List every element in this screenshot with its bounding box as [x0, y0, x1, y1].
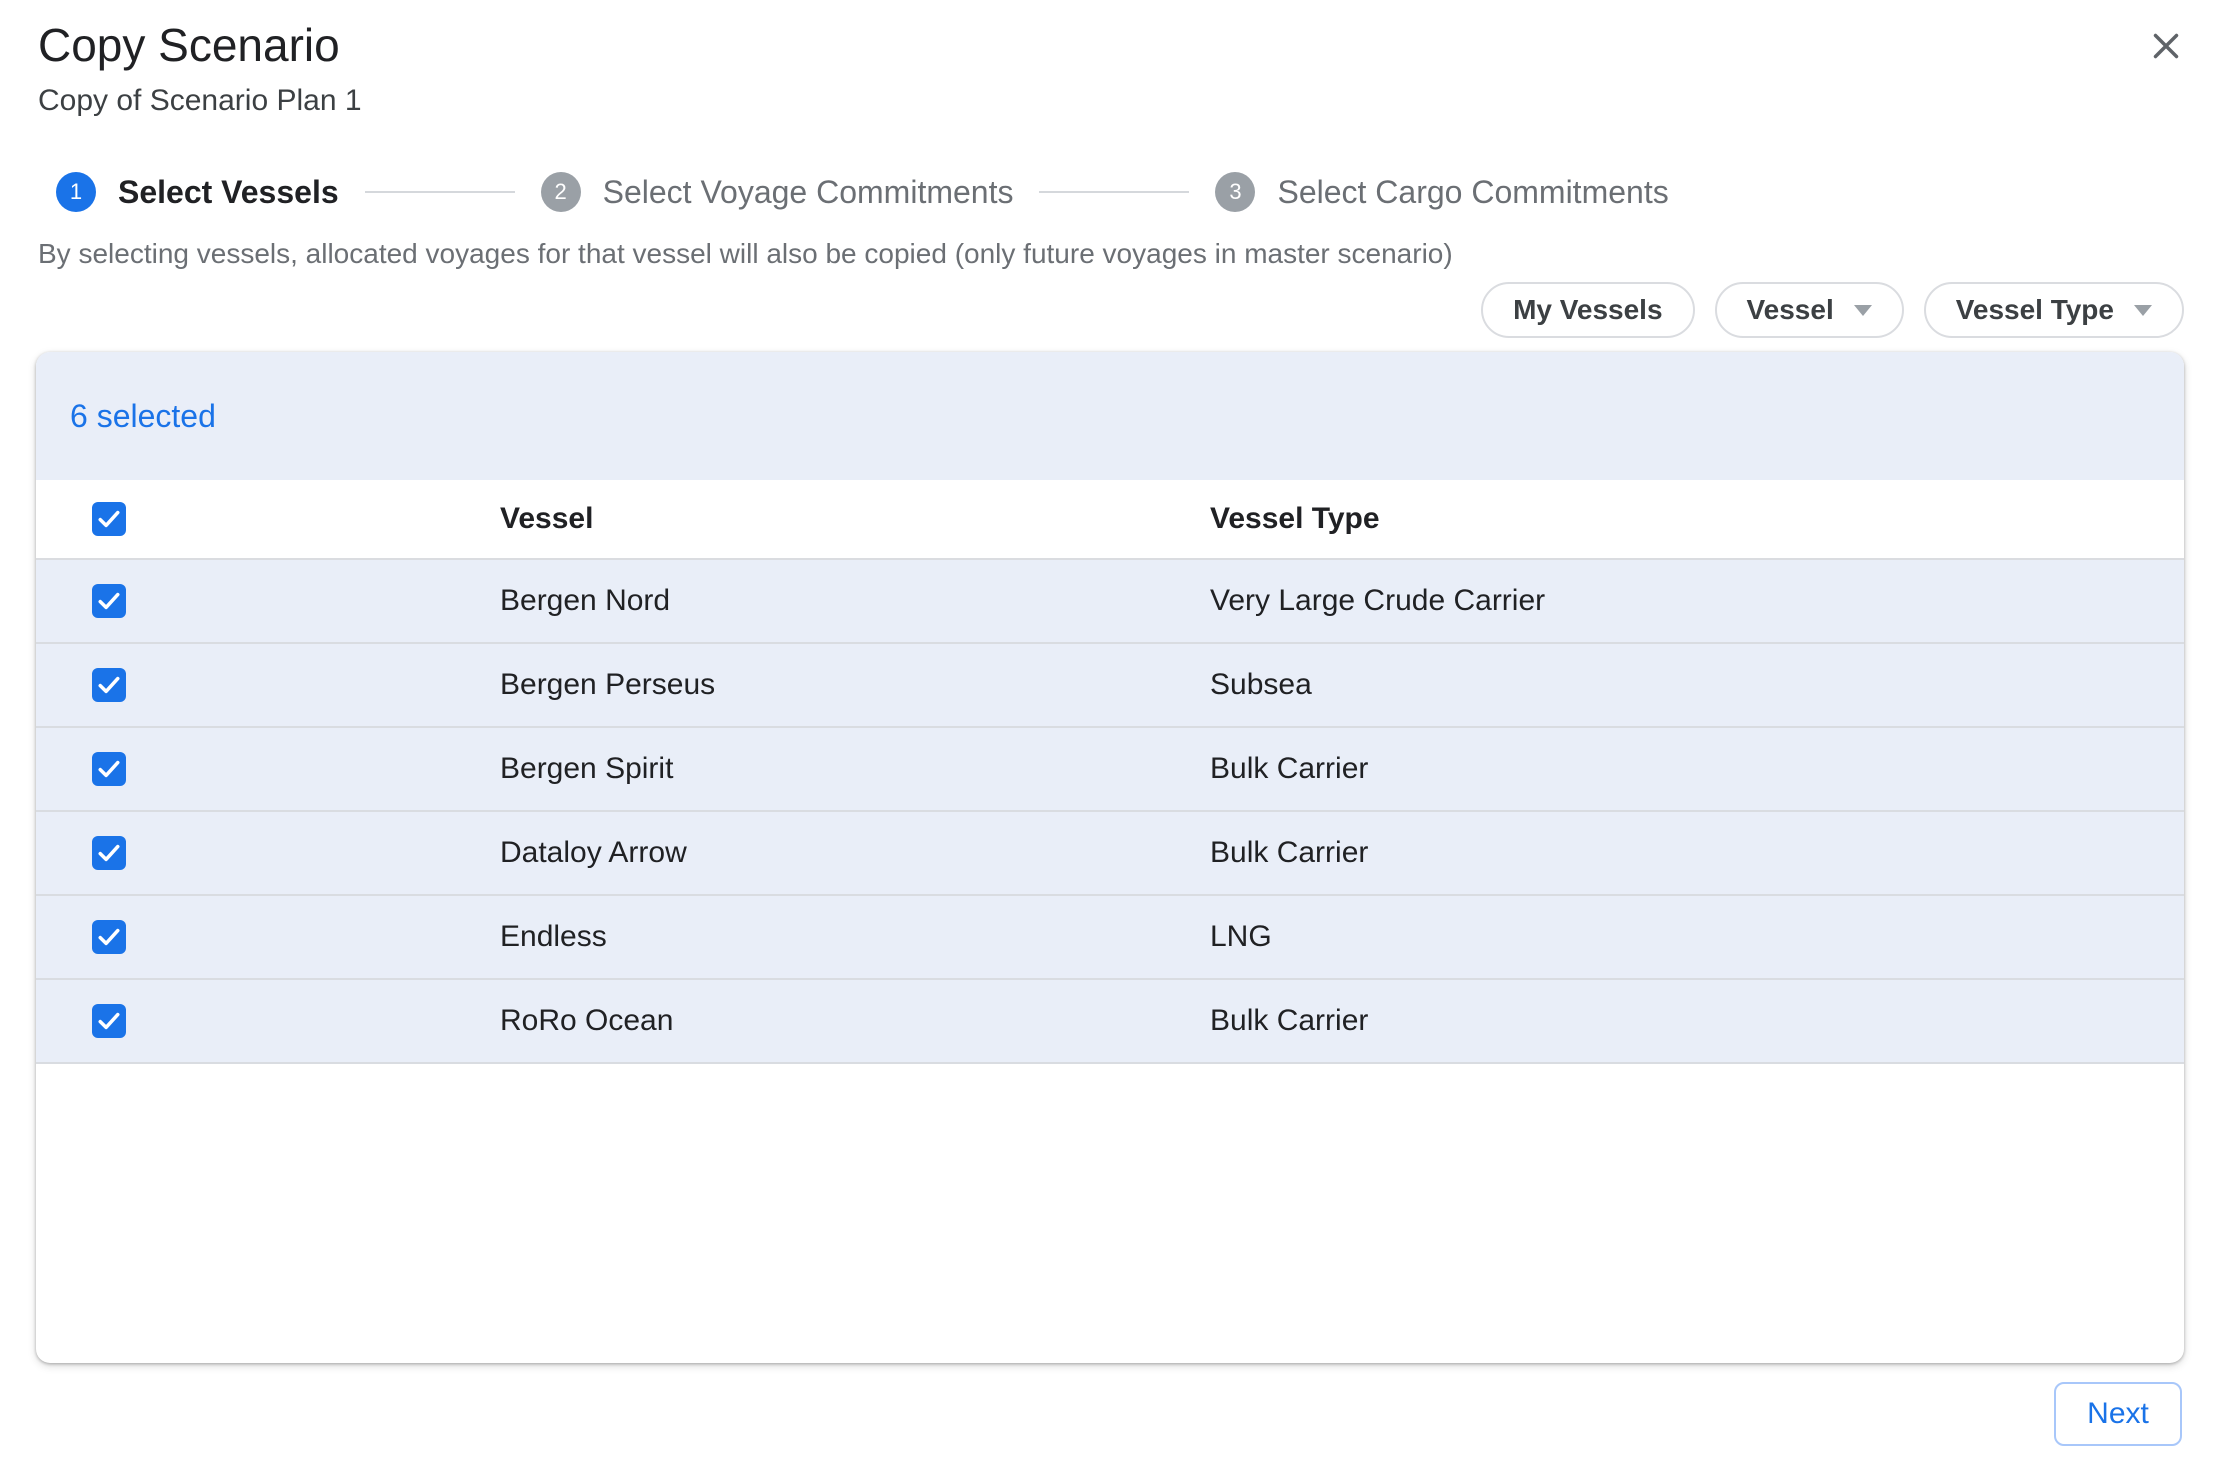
column-header-vessel-type: Vessel Type — [1210, 502, 2184, 536]
table-row[interactable]: RoRo Ocean Bulk Carrier — [36, 980, 2184, 1064]
filter-chip-my-vessels[interactable]: My Vessels — [1481, 282, 1694, 338]
vessel-table-card: 6 selected Vessel Vessel Type Bergen Nor… — [36, 352, 2184, 1363]
step-1-circle: 1 — [56, 172, 96, 212]
checkmark-icon — [95, 1007, 123, 1035]
row-checkbox[interactable] — [92, 668, 126, 702]
table-header-row: Vessel Vessel Type — [36, 480, 2184, 560]
vessel-name: Dataloy Arrow — [500, 836, 1210, 870]
step-1-label: Select Vessels — [118, 174, 339, 211]
step-2-number: 2 — [555, 179, 567, 205]
vessel-type: Bulk Carrier — [1210, 752, 2184, 786]
row-checkbox[interactable] — [92, 920, 126, 954]
close-button[interactable] — [2144, 24, 2188, 68]
checkmark-icon — [95, 587, 123, 615]
table-row[interactable]: Dataloy Arrow Bulk Carrier — [36, 812, 2184, 896]
checkmark-icon — [95, 923, 123, 951]
vessel-name: Bergen Spirit — [500, 752, 1210, 786]
checkmark-icon — [95, 505, 123, 533]
checkmark-icon — [95, 755, 123, 783]
step-2-label: Select Voyage Commitments — [603, 174, 1014, 211]
row-checkbox[interactable] — [92, 1004, 126, 1038]
checkmark-icon — [95, 839, 123, 867]
filter-chip-vessel-type[interactable]: Vessel Type — [1924, 282, 2184, 338]
step-2-circle: 2 — [541, 172, 581, 212]
table-row[interactable]: Bergen Perseus Subsea — [36, 644, 2184, 728]
vessel-name: Bergen Nord — [500, 584, 1210, 618]
next-button-label: Next — [2087, 1397, 2149, 1431]
filter-bar: My Vessels Vessel Vessel Type — [1481, 282, 2184, 338]
step-connector — [365, 191, 515, 193]
helper-text: By selecting vessels, allocated voyages … — [38, 236, 1453, 272]
copy-scenario-dialog: Copy Scenario Copy of Scenario Plan 1 1 … — [0, 0, 2220, 1472]
filter-chip-vessel[interactable]: Vessel — [1715, 282, 1904, 338]
row-checkbox[interactable] — [92, 584, 126, 618]
filter-chip-vessel-type-label: Vessel Type — [1956, 294, 2114, 326]
page-subtitle: Copy of Scenario Plan 1 — [38, 82, 362, 120]
table-row[interactable]: Endless LNG — [36, 896, 2184, 980]
step-connector — [1039, 191, 1189, 193]
filter-chip-my-vessels-label: My Vessels — [1513, 294, 1662, 326]
selection-count: 6 selected — [70, 398, 216, 435]
row-checkbox[interactable] — [92, 752, 126, 786]
select-all-checkbox[interactable] — [92, 502, 126, 536]
step-3-circle: 3 — [1215, 172, 1255, 212]
step-select-cargo-commitments[interactable]: 3 Select Cargo Commitments — [1215, 172, 1668, 212]
page-title: Copy Scenario — [38, 16, 340, 74]
table-row[interactable]: Bergen Nord Very Large Crude Carrier — [36, 560, 2184, 644]
row-checkbox[interactable] — [92, 836, 126, 870]
step-select-vessels[interactable]: 1 Select Vessels — [56, 172, 339, 212]
filter-chip-vessel-label: Vessel — [1747, 294, 1834, 326]
chevron-down-icon — [1854, 305, 1872, 316]
vessel-type: Subsea — [1210, 668, 2184, 702]
step-3-number: 3 — [1229, 179, 1241, 205]
next-button[interactable]: Next — [2054, 1382, 2182, 1446]
vessel-name: Endless — [500, 920, 1210, 954]
column-header-vessel: Vessel — [500, 502, 1210, 536]
step-select-voyage-commitments[interactable]: 2 Select Voyage Commitments — [541, 172, 1014, 212]
chevron-down-icon — [2134, 305, 2152, 316]
vessel-type: LNG — [1210, 920, 2184, 954]
vessel-name: Bergen Perseus — [500, 668, 1210, 702]
step-1-number: 1 — [70, 179, 82, 205]
vessel-type: Bulk Carrier — [1210, 836, 2184, 870]
vessel-type: Bulk Carrier — [1210, 1004, 2184, 1038]
table-row[interactable]: Bergen Spirit Bulk Carrier — [36, 728, 2184, 812]
close-icon — [2148, 28, 2184, 64]
checkmark-icon — [95, 671, 123, 699]
stepper: 1 Select Vessels 2 Select Voyage Commitm… — [56, 170, 1669, 214]
selection-banner: 6 selected — [36, 352, 2184, 480]
step-3-label: Select Cargo Commitments — [1277, 174, 1668, 211]
vessel-name: RoRo Ocean — [500, 1004, 1210, 1038]
vessel-type: Very Large Crude Carrier — [1210, 584, 2184, 618]
